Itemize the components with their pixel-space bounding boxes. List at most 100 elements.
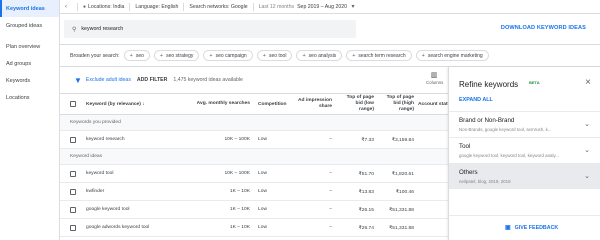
language-setting[interactable]: Language: English xyxy=(135,4,178,10)
columns-button[interactable]: ▥ Columns xyxy=(426,72,444,85)
download-keyword-ideas-button[interactable]: DOWNLOAD KEYWORD IDEAS xyxy=(501,25,586,31)
table-header: Keyword (by relevance) ↓ Avg. monthly se… xyxy=(60,93,448,115)
close-icon[interactable]: × xyxy=(585,77,591,88)
plus-icon: + xyxy=(262,52,266,59)
refine-section-others[interactable]: Others neilpatel, blog, 2019, 2018 ⌄ xyxy=(449,163,600,189)
add-filter-button[interactable]: ADD FILTER xyxy=(137,77,167,83)
refine-keywords-panel: Refine keywords BETA × EXPAND ALL Brand … xyxy=(448,67,600,240)
give-feedback-button[interactable]: ▣ GIVE FEEDBACK xyxy=(505,224,559,232)
cell-keyword: keyword research xyxy=(86,137,125,142)
cell-bid-low: ₹7.33 xyxy=(361,137,374,143)
date-range-label[interactable]: Last 12 months xyxy=(259,4,294,10)
left-nav: Keyword ideas Grouped ideas Plan overvie… xyxy=(0,0,60,240)
cell-searches: 10K – 100K xyxy=(224,137,250,142)
nav-item-keyword-ideas[interactable]: Keyword ideas xyxy=(0,0,59,17)
broaden-chip[interactable]: + seo analysis xyxy=(296,50,343,61)
divider xyxy=(183,2,185,11)
broaden-chip[interactable]: + search term research xyxy=(346,50,412,61)
col-bid-low[interactable]: Top of page bid (low range) xyxy=(340,94,374,114)
nav-item-keywords[interactable]: Keywords xyxy=(0,72,59,89)
section-row: Keywords you provided xyxy=(60,115,448,131)
filter-icon[interactable]: ▼ xyxy=(74,76,82,85)
columns-icon: ▥ xyxy=(430,72,438,79)
divider xyxy=(449,215,600,216)
section-row: Keyword ideas xyxy=(60,149,448,165)
col-competition[interactable]: Competition xyxy=(258,94,298,114)
search-value: keyword research xyxy=(81,26,124,32)
broaden-chip[interactable]: + seo strategy xyxy=(153,50,200,61)
nav-item-locations[interactable]: Locations xyxy=(0,89,59,106)
exclude-adult-ideas-link[interactable]: Exclude adult ideas xyxy=(86,77,131,83)
col-keyword-label: Keyword (by relevance) xyxy=(86,101,141,107)
cell-searches: 10K – 100K xyxy=(224,171,250,176)
cell-impression: – xyxy=(329,207,332,212)
chevron-down-icon: ⌄ xyxy=(584,173,590,180)
refine-section-tool[interactable]: Tool google keyword tool, keyword tool, … xyxy=(449,137,600,163)
columns-label: Columns xyxy=(426,80,444,85)
cell-impression: – xyxy=(329,171,332,176)
locations-setting[interactable]: Locations: India xyxy=(88,4,124,10)
chevron-down-icon: ⌄ xyxy=(584,121,590,128)
section-desc: google keyword tool, keyword tool, keywo… xyxy=(459,153,559,158)
broaden-chip[interactable]: + search engine marketing xyxy=(415,50,489,61)
search-row: ⚲ keyword research DOWNLOAD KEYWORD IDEA… xyxy=(60,14,600,45)
divider xyxy=(129,2,131,11)
chevron-down-icon[interactable]: ▾ xyxy=(347,3,359,10)
cell-competition: Low xyxy=(258,225,267,230)
nav-item-grouped-ideas[interactable]: Grouped ideas xyxy=(0,17,59,34)
keyword-search-input[interactable]: ⚲ keyword research xyxy=(64,20,356,38)
table-row[interactable]: google adwords keyword tool 1K – 10K Low… xyxy=(60,219,448,237)
nav-item-ad-groups[interactable]: Ad groups xyxy=(0,55,59,72)
nav-item-plan-overview[interactable]: Plan overview xyxy=(0,38,59,55)
cell-bid-low: ₹26.15 xyxy=(358,207,374,213)
keyword-count: 1,475 keyword ideas available xyxy=(173,77,243,83)
table-toolbar: ▼ Exclude adult ideas ADD FILTER 1,475 k… xyxy=(60,67,448,93)
table-row[interactable]: kwfinder 1K – 10K Low – ₹13.83 ₹100.46 xyxy=(60,183,448,201)
keyword-table: Keyword (by relevance) ↓ Avg. monthly se… xyxy=(60,93,448,240)
table-row[interactable]: keyword tool 10K – 100K Low – ₹51.70 ₹1,… xyxy=(60,165,448,183)
broaden-chip[interactable]: + seo tool xyxy=(256,50,293,61)
expand-all-button[interactable]: EXPAND ALL xyxy=(459,97,493,103)
search-icon: ⚲ xyxy=(72,26,77,33)
select-all-checkbox[interactable] xyxy=(70,94,76,114)
cell-keyword: kwfinder xyxy=(86,189,105,194)
col-impression-share[interactable]: Ad impression share xyxy=(296,94,332,114)
plus-icon: + xyxy=(352,52,356,59)
row-checkbox[interactable] xyxy=(70,131,76,148)
table-row[interactable]: google keyword tool 1K – 10K Low – ₹26.1… xyxy=(60,201,448,219)
chevron-left-icon[interactable]: ‹ xyxy=(60,4,72,10)
chip-label: seo tool xyxy=(268,52,287,59)
cell-bid-low: ₹13.83 xyxy=(358,189,374,195)
location-pin-icon: ● xyxy=(83,3,87,10)
plus-icon: + xyxy=(129,52,133,59)
col-account-status[interactable]: Account status xyxy=(418,94,448,114)
row-checkbox[interactable] xyxy=(70,183,76,200)
cell-bid-high: ₹1,820.61 xyxy=(391,171,414,177)
chip-label: seo campaign xyxy=(215,52,247,59)
table-row[interactable]: keyword research 10K – 100K Low – ₹7.33 … xyxy=(60,131,448,149)
broaden-chip[interactable]: + seo campaign xyxy=(203,50,253,61)
col-keyword[interactable]: Keyword (by relevance) ↓ xyxy=(86,94,145,114)
cell-bid-high: ₹100.46 xyxy=(395,189,414,195)
cell-bid-high: ₹51,331.88 xyxy=(389,225,414,231)
row-checkbox[interactable] xyxy=(70,219,76,236)
section-name: Tool xyxy=(459,143,471,150)
broaden-search-row: Broaden your search: + seo + seo strategy … xyxy=(60,45,600,67)
refine-section-brand[interactable]: Brand or Non-Brand Non-Brands, google ke… xyxy=(449,111,600,137)
cell-bid-high: ₹51,331.88 xyxy=(389,207,414,213)
cell-searches: 1K – 10K xyxy=(229,225,250,230)
row-checkbox[interactable] xyxy=(70,165,76,182)
networks-setting[interactable]: Search networks: Google xyxy=(189,4,247,10)
row-checkbox[interactable] xyxy=(70,201,76,218)
cell-competition: Low xyxy=(258,189,267,194)
feedback-label: GIVE FEEDBACK xyxy=(514,224,559,231)
broaden-chip[interactable]: + seo xyxy=(123,50,150,61)
cell-bid-high: ₹3,159.84 xyxy=(391,137,414,143)
col-searches[interactable]: Avg. monthly searches xyxy=(180,94,250,114)
chevron-down-icon: ⌄ xyxy=(584,147,590,154)
plus-icon: + xyxy=(209,52,213,59)
feedback-icon: ▣ xyxy=(505,225,511,231)
date-range-value[interactable]: Sep 2019 – Aug 2020 xyxy=(297,4,347,10)
col-bid-high[interactable]: Top of page bid (high range) xyxy=(378,94,414,114)
chip-label: seo strategy xyxy=(166,52,194,59)
